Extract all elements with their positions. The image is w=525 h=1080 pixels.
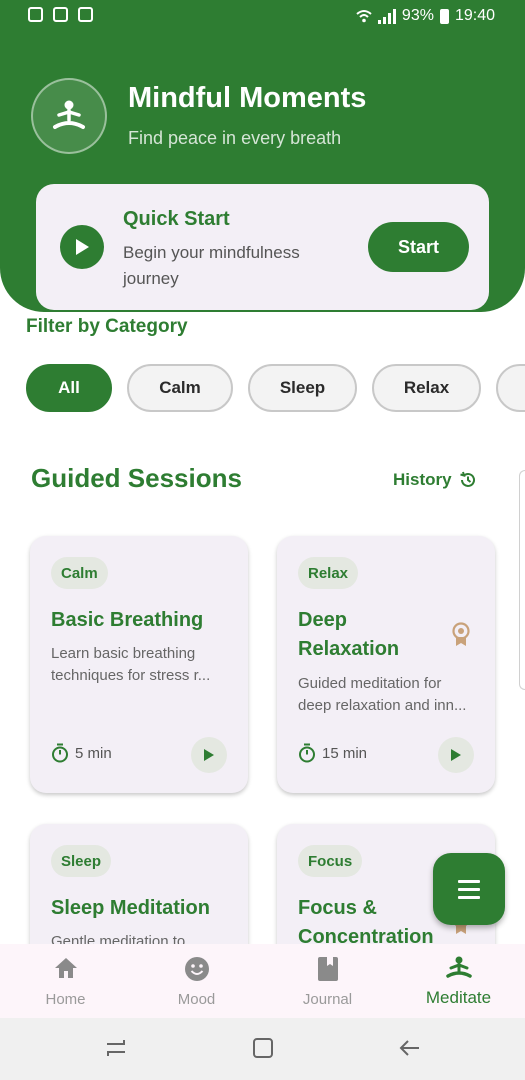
menu-fab-button[interactable] [433, 853, 505, 925]
category-badge: Relax [298, 557, 359, 589]
quick-start-title: Quick Start [123, 208, 230, 230]
nav-item-journal[interactable]: Journal [262, 944, 393, 1018]
mood-icon [184, 957, 209, 981]
session-title: Basic Breathing [51, 609, 204, 631]
nav-item-home[interactable]: Home [0, 944, 131, 1018]
session-description: Learn basic breathing techniques for str… [51, 645, 211, 684]
chip-relax[interactable]: Relax [372, 364, 481, 412]
system-nav-bar [0, 1018, 525, 1080]
battery-level: 93% [401, 7, 434, 24]
recent-apps-icon[interactable] [104, 1036, 128, 1060]
filter-title: Filter by Category [26, 316, 188, 337]
award-icon [452, 622, 470, 646]
chip-next[interactable] [496, 364, 525, 412]
app-title: Mindful Moments [128, 82, 367, 114]
home-icon [54, 958, 77, 978]
timer-icon [299, 743, 315, 763]
meditation-logo-icon [31, 78, 107, 154]
signal-icon [377, 8, 396, 24]
home-button-icon[interactable] [251, 1036, 275, 1060]
play-session-button[interactable] [438, 737, 474, 773]
play-session-button[interactable] [191, 737, 227, 773]
chip-sleep[interactable]: Sleep [248, 364, 357, 412]
nav-label-mood: Mood [177, 991, 216, 1008]
session-description: Guided meditation for deep relaxation an… [298, 675, 467, 714]
history-button[interactable]: History [393, 470, 478, 490]
quick-start-description: Begin your mindfulness journey [123, 243, 300, 288]
bottom-nav: Home Mood Journal Meditate [0, 944, 525, 1018]
session-title: Sleep Meditation [51, 897, 210, 919]
category-chips: All Calm Sleep Relax [26, 364, 525, 412]
history-icon [459, 471, 475, 487]
nav-item-mood[interactable]: Mood [131, 944, 262, 1018]
category-badge: Calm [51, 557, 108, 589]
wifi-icon [356, 10, 372, 23]
nav-label-journal: Journal [302, 991, 353, 1008]
play-icon [204, 749, 214, 761]
app-subtitle: Find peace in every breath [128, 128, 342, 148]
play-icon[interactable] [60, 225, 104, 269]
session-title: Deep Relaxation [298, 609, 400, 660]
play-icon [451, 749, 461, 761]
chip-all[interactable]: All [26, 364, 112, 412]
sessions-title: Guided Sessions [31, 463, 242, 493]
start-button[interactable]: Start [368, 222, 469, 272]
history-label: History [393, 470, 452, 489]
session-duration: 15 min [322, 744, 368, 762]
nav-item-meditate[interactable]: Meditate [393, 944, 524, 1018]
chip-calm[interactable]: Calm [127, 364, 233, 412]
clipboard-icon [53, 7, 68, 22]
category-badge: Sleep [51, 845, 112, 877]
back-icon[interactable] [398, 1036, 422, 1060]
meditate-icon [445, 956, 472, 978]
battery-icon [439, 8, 449, 24]
session-duration: 5 min [75, 744, 112, 762]
nav-label-home: Home [45, 991, 86, 1008]
nav-label-meditate: Meditate [425, 988, 492, 1007]
message-icon [78, 7, 93, 22]
clock-time: 19:40 [454, 7, 495, 24]
session-card[interactable]: Calm Basic Breathing Learn basic breathi… [30, 536, 248, 793]
scroll-edge [519, 470, 525, 690]
session-card[interactable]: Relax Deep Relaxation Guided meditation … [277, 536, 495, 793]
menu-icon [458, 879, 480, 883]
category-badge: Focus [298, 845, 363, 877]
instagram-icon [28, 7, 43, 22]
quick-start-card[interactable]: Quick Start Begin your mindfulness journ… [36, 184, 489, 310]
timer-icon [52, 743, 68, 763]
status-bar: 93% 19:40 [0, 0, 525, 34]
book-icon [317, 957, 338, 981]
